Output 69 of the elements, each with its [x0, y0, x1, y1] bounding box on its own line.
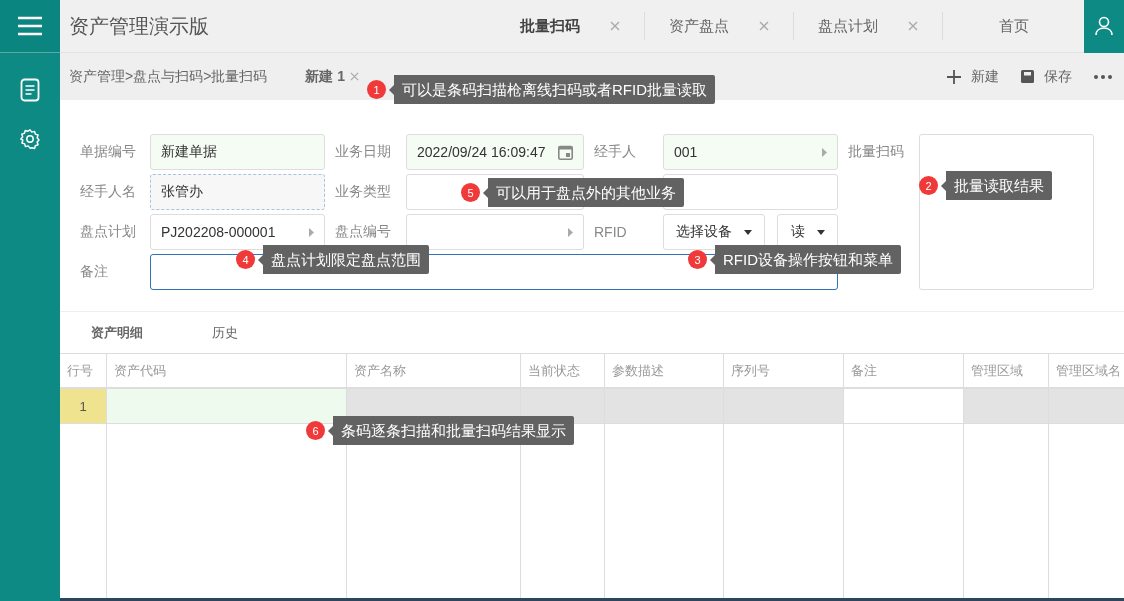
column-header[interactable]: 参数描述: [605, 354, 724, 387]
number-badge: 2: [919, 176, 938, 195]
table-cell[interactable]: [521, 389, 605, 424]
more-icon[interactable]: [1094, 74, 1112, 79]
callout-tooltip: 可以是条码扫描枪离线扫码或者RFID批量读取: [389, 75, 715, 104]
save-icon: [1021, 70, 1034, 83]
table-cell[interactable]: [605, 389, 724, 424]
input-field[interactable]: PJ202208-000001: [150, 214, 325, 250]
section-tab[interactable]: 历史: [212, 323, 302, 342]
menu-icon[interactable]: [17, 16, 43, 36]
field-label: 批量扫码: [848, 143, 904, 161]
page-tab[interactable]: 盘点计划: [793, 12, 942, 40]
settings-icon[interactable]: [19, 128, 41, 150]
column-header[interactable]: 序列号: [724, 354, 844, 387]
field-label: 盘点编号: [335, 223, 391, 241]
input-field[interactable]: 新建单据: [150, 134, 325, 170]
number-badge: 6: [306, 421, 325, 440]
close-icon[interactable]: [350, 72, 360, 81]
table-cell[interactable]: [724, 389, 844, 424]
callout-tooltip: RFID设备操作按钮和菜单: [710, 245, 901, 274]
callout-tooltip: 盘点计划限定盘点范围: [258, 245, 429, 274]
table-cell[interactable]: [964, 389, 1049, 424]
close-icon[interactable]: [759, 21, 769, 31]
caret-icon: [309, 227, 314, 237]
column-header[interactable]: 资产名称: [347, 354, 521, 387]
field-label: 经手人名: [80, 183, 136, 201]
batch-result-box[interactable]: [919, 134, 1094, 290]
page-tab[interactable]: 批量扫码: [495, 12, 644, 40]
input-field[interactable]: 张管办: [150, 174, 325, 210]
plus-icon: [947, 69, 961, 84]
app-title: 资产管理演示版: [69, 13, 209, 39]
input-field[interactable]: 2022/09/24 16:09:47: [406, 134, 584, 170]
column-header[interactable]: 行号: [60, 354, 107, 387]
field-label: RFID: [594, 224, 627, 240]
user-icon: [1095, 16, 1113, 36]
dropdown-button[interactable]: 选择设备: [663, 214, 765, 250]
column-header[interactable]: 管理区域名: [1049, 354, 1124, 387]
save-button[interactable]: 保存: [1021, 67, 1072, 86]
column-header[interactable]: 备注: [844, 354, 964, 387]
caret-icon: [822, 147, 827, 157]
caret-icon: [568, 227, 573, 237]
section-tab[interactable]: 资产明细: [91, 323, 181, 342]
user-button[interactable]: [1084, 0, 1124, 53]
field-label: 业务日期: [335, 143, 391, 161]
field-label: 经手人: [594, 143, 636, 161]
document-tab[interactable]: 新建 1: [305, 67, 346, 86]
field-label: 盘点计划: [80, 223, 136, 241]
table-cell[interactable]: [107, 389, 347, 424]
field-label: 单据编号: [80, 143, 136, 161]
callout-tooltip: 可以用于盘点外的其他业务: [483, 178, 684, 207]
column-header[interactable]: 管理区域: [964, 354, 1049, 387]
new-button[interactable]: 新建: [947, 67, 999, 86]
input-field[interactable]: [406, 214, 584, 250]
input-field[interactable]: 001: [663, 134, 838, 170]
field-label: 备注: [80, 263, 108, 281]
page-tab[interactable]: 资产盘点: [644, 12, 793, 40]
document-icon[interactable]: [20, 78, 40, 102]
close-icon[interactable]: [609, 21, 620, 31]
breadcrumb: 资产管理>盘点与扫码>批量扫码: [69, 67, 268, 86]
caret-icon: [816, 229, 825, 235]
column-header[interactable]: 当前状态: [521, 354, 605, 387]
field-label: 业务类型: [335, 183, 391, 201]
close-icon[interactable]: [908, 21, 918, 31]
caret-icon: [744, 229, 752, 235]
column-header[interactable]: 资产代码: [107, 354, 347, 387]
callout-tooltip: 条码逐条扫描和批量扫码结果显示: [328, 416, 574, 445]
row-number: 1: [60, 389, 107, 424]
callout-tooltip: 批量读取结果: [941, 171, 1052, 200]
calendar-icon[interactable]: [558, 144, 573, 160]
